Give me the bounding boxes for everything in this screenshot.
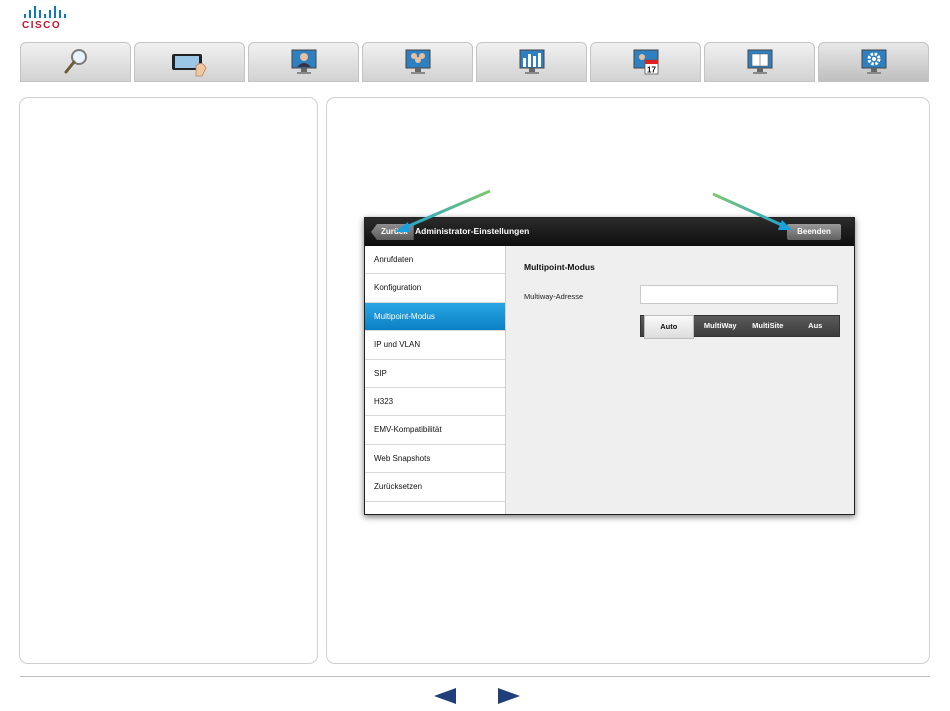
menu-item-web-snapshots[interactable]: Web Snapshots: [365, 445, 505, 474]
top-navigation: 17: [20, 42, 932, 84]
menu-item-zuruecksetzen[interactable]: Zurücksetzen: [365, 473, 505, 502]
menu-item-anrufdaten[interactable]: Anrufdaten: [365, 246, 505, 275]
mode-aus[interactable]: Aus: [792, 316, 840, 336]
screenshot-header: Zurück Administrator-Einstellungen Beend…: [365, 218, 854, 246]
calendar-screen-icon: 17: [633, 49, 658, 75]
admin-settings-screenshot: Zurück Administrator-Einstellungen Beend…: [364, 217, 855, 515]
screenshot-title: Administrator-Einstellungen: [415, 226, 530, 236]
touch-panel-icon: [171, 54, 206, 77]
tab-calendar[interactable]: 17: [590, 42, 701, 82]
magnifier-icon: [64, 49, 87, 74]
menu-item-konfiguration[interactable]: Konfiguration: [365, 274, 505, 303]
multipoint-settings: Multipoint-Modus Multiway-Adresse Auto M…: [506, 246, 854, 514]
footer-divider: [20, 676, 930, 677]
settings-menu: Anrufdaten Konfiguration Multipoint-Modu…: [365, 246, 506, 514]
left-text-panel: [19, 97, 318, 664]
mode-multiway[interactable]: MultiWay: [697, 316, 745, 336]
section-title: Multipoint-Modus: [524, 262, 595, 272]
gear-screen-icon: [861, 49, 886, 74]
menu-item-h323[interactable]: H323: [365, 388, 505, 417]
multipoint-mode-selector: Auto MultiWay MultiSite Aus: [640, 315, 840, 339]
tab-presentation[interactable]: [476, 42, 587, 82]
logo-bars: [24, 6, 72, 18]
multiway-address-input[interactable]: [640, 285, 838, 304]
menu-item-sip[interactable]: SIP: [365, 360, 505, 388]
tab-book[interactable]: [704, 42, 815, 82]
back-button[interactable]: Zurück: [371, 224, 414, 240]
cisco-logo: CISCO: [22, 6, 72, 34]
tab-multipoint[interactable]: [362, 42, 473, 82]
triangle-right-icon[interactable]: [496, 688, 520, 704]
tab-search[interactable]: [20, 42, 131, 82]
book-screen-icon: [747, 49, 772, 74]
mode-auto[interactable]: Auto: [644, 315, 694, 339]
multiway-address-label: Multiway-Adresse: [524, 292, 584, 301]
group-screen-icon: [405, 49, 430, 74]
menu-item-emv[interactable]: EMV-Kompatibilität: [365, 416, 505, 445]
end-button[interactable]: Beenden: [787, 224, 841, 240]
person-screen-icon: [291, 49, 316, 74]
tab-settings[interactable]: [818, 42, 929, 82]
triangle-left-icon[interactable]: [434, 688, 458, 704]
page: CISCO 17 Zurück Administrator-Einstellun…: [0, 0, 950, 711]
logo-text: CISCO: [22, 20, 62, 31]
menu-item-multipoint-modus[interactable]: Multipoint-Modus: [365, 302, 505, 332]
calendar-day: 17: [647, 66, 656, 75]
tab-touch[interactable]: [134, 42, 245, 82]
mode-multisite[interactable]: MultiSite: [744, 316, 792, 336]
chart-screen-icon: [519, 49, 544, 74]
menu-item-ip-vlan[interactable]: IP und VLAN: [365, 331, 505, 360]
tab-call[interactable]: [248, 42, 359, 82]
